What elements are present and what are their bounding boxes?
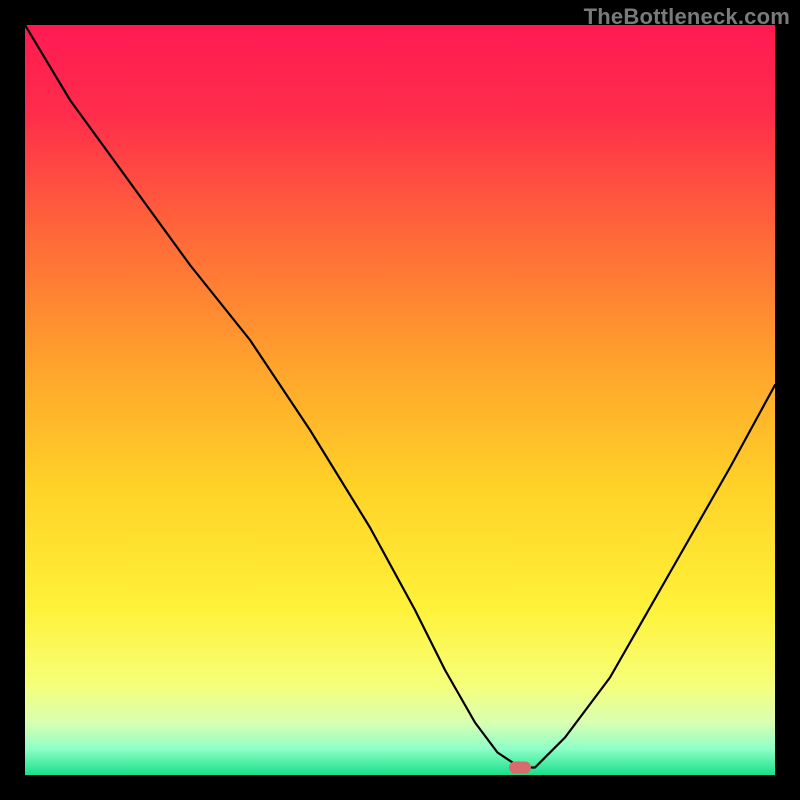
chart-svg — [25, 25, 775, 775]
bottleneck-marker — [509, 762, 531, 774]
gradient-background — [25, 25, 775, 775]
watermark-text: TheBottleneck.com — [584, 4, 790, 30]
chart-frame: TheBottleneck.com — [0, 0, 800, 800]
plot-area — [25, 25, 775, 775]
